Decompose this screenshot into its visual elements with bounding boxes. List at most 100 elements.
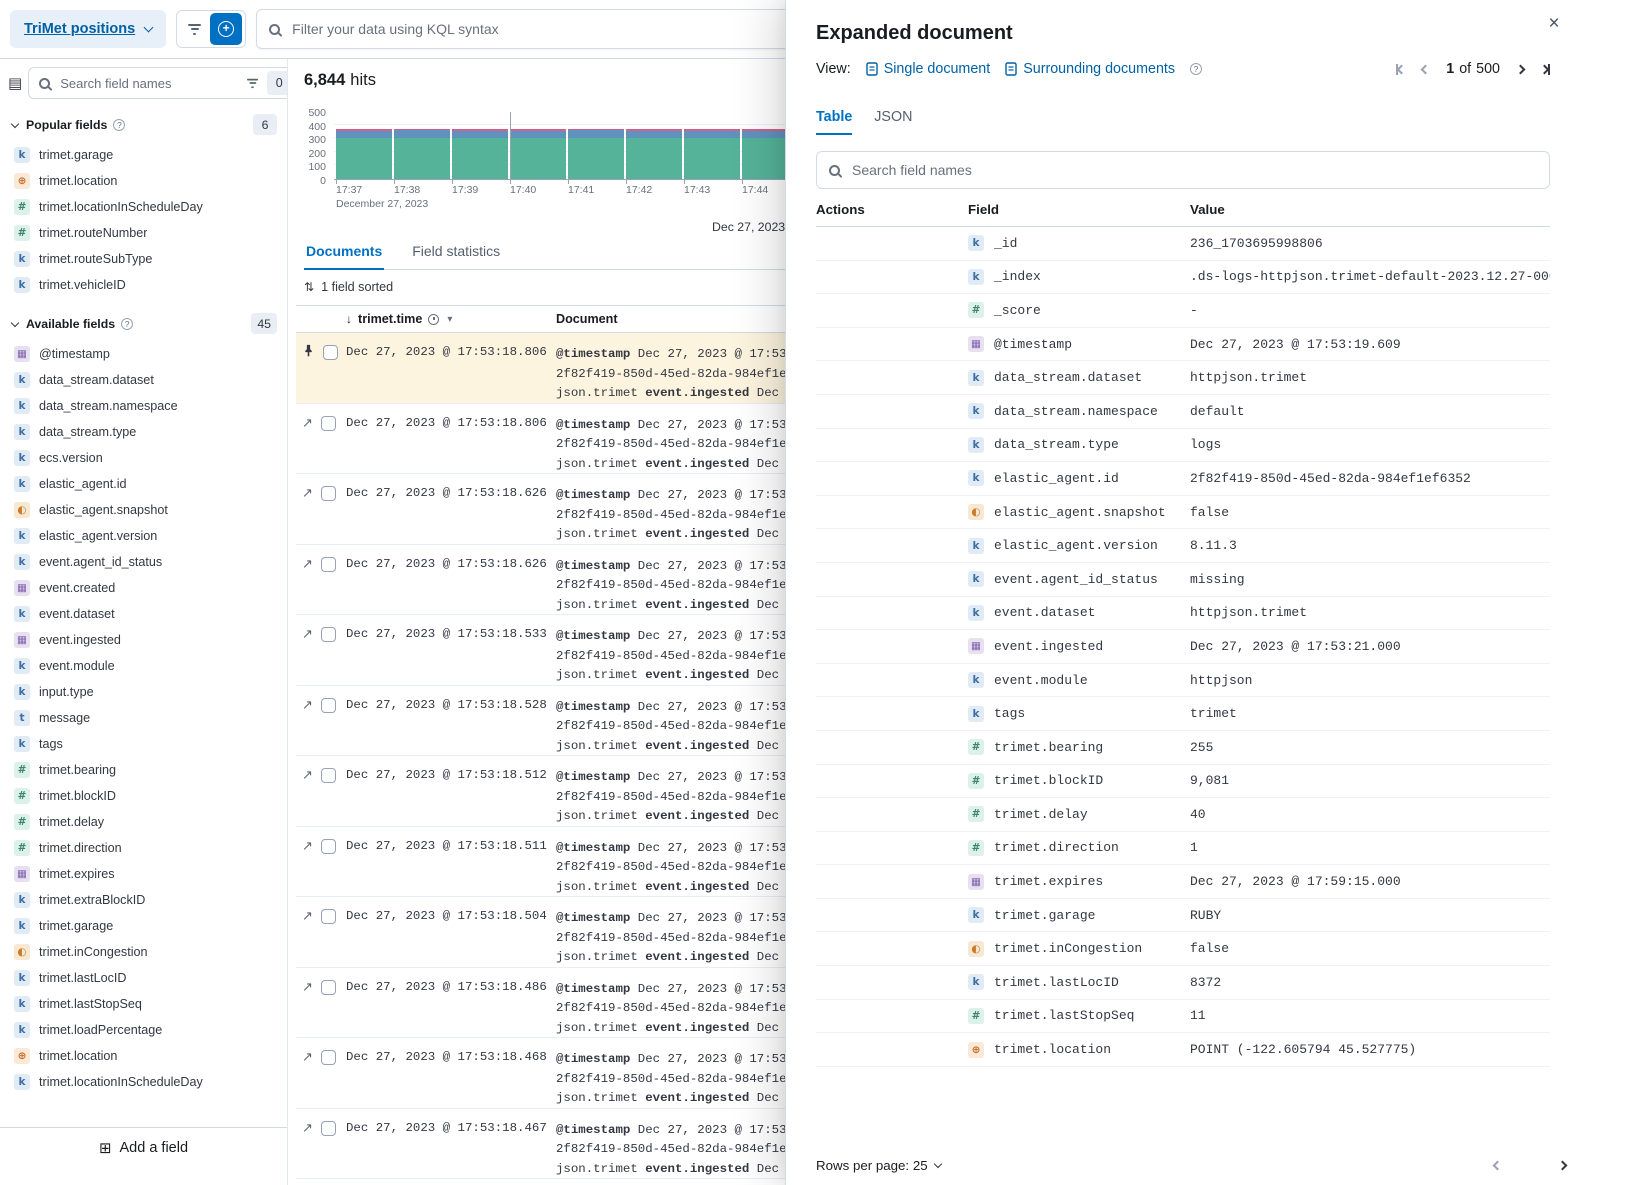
field-item[interactable]: k elastic_agent.id <box>8 471 279 497</box>
table-row[interactable]: ▦ @timestamp Dec 27, 2023 @ 17:53:19.609 <box>816 328 1550 362</box>
available-fields-header[interactable]: Available fields ? 45 <box>10 313 277 334</box>
row-checkbox[interactable] <box>321 627 336 642</box>
question-icon[interactable]: ? <box>113 119 125 131</box>
expand-document-icon[interactable]: ↗ <box>302 839 313 852</box>
field-item[interactable]: # trimet.blockID <box>8 783 279 809</box>
next-page-icon[interactable] <box>1559 1162 1566 1169</box>
expand-document-icon[interactable]: ↗ <box>302 980 313 993</box>
first-page-icon[interactable] <box>1396 64 1405 75</box>
table-row[interactable]: k data_stream.dataset httpjson.trimet <box>816 361 1550 395</box>
expand-document-icon[interactable]: ↗ <box>302 909 313 922</box>
field-item[interactable]: ◐ trimet.inCongestion <box>8 939 279 965</box>
table-row[interactable]: # trimet.delay 40 <box>816 798 1550 832</box>
table-row[interactable]: # _score - <box>816 294 1550 328</box>
field-item[interactable]: k event.agent_id_status <box>8 549 279 575</box>
table-row[interactable]: k elastic_agent.id 2f82f419-850d-45ed-82… <box>816 462 1550 496</box>
prev-page-icon[interactable] <box>1494 1162 1501 1169</box>
tab-field-statistics[interactable]: Field statistics <box>410 243 502 269</box>
table-row[interactable]: k event.dataset httpjson.trimet <box>816 597 1550 631</box>
field-item[interactable]: k elastic_agent.version <box>8 523 279 549</box>
field-item[interactable]: k trimet.vehicleID <box>8 272 279 298</box>
row-checkbox[interactable] <box>321 416 336 431</box>
last-page-icon[interactable] <box>1541 64 1550 75</box>
table-row[interactable]: # trimet.lastStopSeq 11 <box>816 1000 1550 1034</box>
table-row[interactable]: k event.module httpjson <box>816 664 1550 698</box>
table-row[interactable]: # trimet.direction 1 <box>816 832 1550 866</box>
sorted-fields-button[interactable]: ⇅ 1 field sorted <box>304 280 393 294</box>
field-item[interactable]: k trimet.routeSubType <box>8 246 279 272</box>
rows-per-page-button[interactable]: Rows per page: 25 <box>816 1158 941 1173</box>
tab-table[interactable]: Table <box>816 109 852 135</box>
add-filter-button[interactable]: + <box>210 13 242 45</box>
row-checkbox[interactable] <box>321 1121 336 1136</box>
row-checkbox[interactable] <box>323 345 338 360</box>
field-item[interactable]: k ecs.version <box>8 445 279 471</box>
field-item[interactable]: # trimet.direction <box>8 835 279 861</box>
table-row[interactable]: k trimet.lastLocID 8372 <box>816 966 1550 1000</box>
field-item[interactable]: # trimet.bearing <box>8 757 279 783</box>
flyout-field-search-input[interactable] <box>850 161 1537 179</box>
row-checkbox[interactable] <box>321 909 336 924</box>
data-view-picker[interactable]: TriMet positions <box>10 10 166 48</box>
field-item[interactable]: ▦ @timestamp <box>8 341 279 367</box>
question-icon[interactable]: ? <box>1190 63 1202 75</box>
field-item[interactable]: k input.type <box>8 679 279 705</box>
histogram-bar[interactable] <box>568 129 624 179</box>
row-checkbox[interactable] <box>321 980 336 995</box>
histogram-bar[interactable] <box>394 129 450 179</box>
prev-page-icon[interactable] <box>1422 66 1429 73</box>
table-row[interactable]: k tags trimet <box>816 697 1550 731</box>
close-icon[interactable]: × <box>1542 12 1566 36</box>
column-menu-icon[interactable]: ▾ <box>447 314 452 325</box>
table-row[interactable]: k _id 236_1703695998806 <box>816 227 1550 261</box>
table-row[interactable]: k data_stream.type logs <box>816 429 1550 463</box>
tab-documents[interactable]: Documents <box>304 243 384 270</box>
grid-header-time-column[interactable]: ↓ trimet.time ▾ <box>346 312 556 326</box>
histogram-bar[interactable] <box>684 129 740 179</box>
histogram-bar[interactable] <box>626 129 682 179</box>
field-item[interactable]: # trimet.delay <box>8 809 279 835</box>
view-link[interactable]: Surrounding documents <box>1005 61 1175 77</box>
table-row[interactable]: k event.agent_id_status missing <box>816 563 1550 597</box>
field-item[interactable]: k trimet.locationInScheduleDay <box>8 1069 279 1095</box>
field-item[interactable]: ⊕ trimet.location <box>8 1043 279 1069</box>
flyout-field-search[interactable] <box>816 151 1550 189</box>
table-row[interactable]: ▦ trimet.expires Dec 27, 2023 @ 17:59:15… <box>816 865 1550 899</box>
popular-fields-header[interactable]: Popular fields ? 6 <box>10 114 277 135</box>
field-item[interactable]: k trimet.lastStopSeq <box>8 991 279 1017</box>
row-checkbox[interactable] <box>321 839 336 854</box>
table-row[interactable]: k elastic_agent.version 8.11.3 <box>816 529 1550 563</box>
next-page-icon[interactable] <box>1517 66 1524 73</box>
table-row[interactable]: ◐ trimet.inCongestion false <box>816 932 1550 966</box>
table-row[interactable]: ◐ elastic_agent.snapshot false <box>816 496 1550 530</box>
row-checkbox[interactable] <box>321 557 336 572</box>
expand-document-icon[interactable]: ↗ <box>302 1121 313 1134</box>
pin-icon[interactable] <box>302 344 315 357</box>
table-row[interactable]: ▦ event.ingested Dec 27, 2023 @ 17:53:21… <box>816 630 1550 664</box>
field-item[interactable]: ▦ trimet.expires <box>8 861 279 887</box>
field-search-input[interactable] <box>58 75 238 92</box>
expand-document-icon[interactable]: ↗ <box>302 698 313 711</box>
field-item[interactable]: # trimet.routeNumber <box>8 220 279 246</box>
field-item[interactable]: t message <box>8 705 279 731</box>
field-item[interactable]: k data_stream.dataset <box>8 367 279 393</box>
expand-document-icon[interactable]: ↗ <box>302 1050 313 1063</box>
expand-document-icon[interactable]: ↗ <box>302 768 313 781</box>
row-checkbox[interactable] <box>321 1050 336 1065</box>
table-row[interactable]: k trimet.garage RUBY <box>816 899 1550 933</box>
field-item[interactable]: k trimet.garage <box>8 142 279 168</box>
table-row[interactable]: ⊕ trimet.location POINT (-122.605794 45.… <box>816 1033 1550 1067</box>
field-item[interactable]: # trimet.locationInScheduleDay <box>8 194 279 220</box>
field-item[interactable]: k trimet.loadPercentage <box>8 1017 279 1043</box>
field-item[interactable]: k data_stream.namespace <box>8 393 279 419</box>
row-checkbox[interactable] <box>321 486 336 501</box>
histogram-bar[interactable] <box>510 129 566 179</box>
expand-document-icon[interactable]: ↗ <box>302 557 313 570</box>
tab-json[interactable]: JSON <box>874 109 912 135</box>
add-field-button[interactable]: ⊞ Add a field <box>99 1140 188 1156</box>
field-item[interactable]: k event.module <box>8 653 279 679</box>
field-item[interactable]: ▦ event.ingested <box>8 627 279 653</box>
field-item[interactable]: k event.dataset <box>8 601 279 627</box>
field-item[interactable]: k data_stream.type <box>8 419 279 445</box>
field-filter-icon[interactable] <box>247 76 258 90</box>
